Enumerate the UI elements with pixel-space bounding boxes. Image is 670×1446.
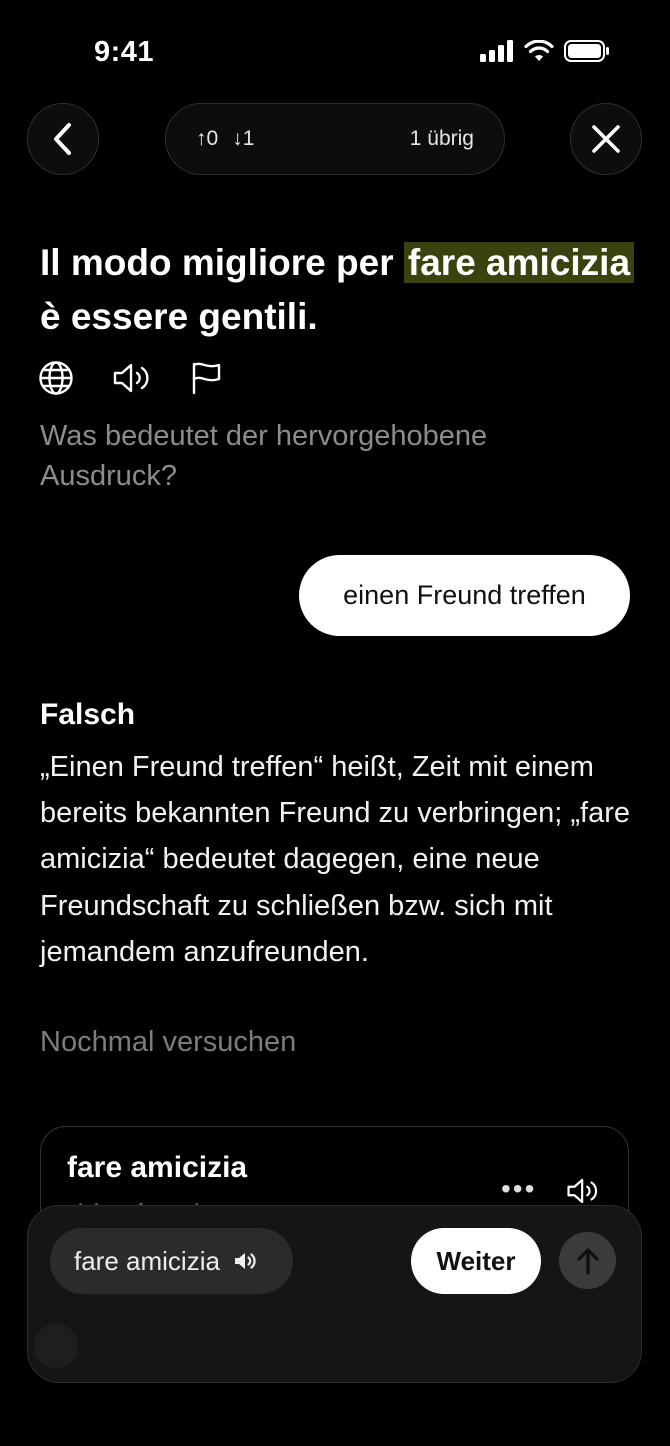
remaining-count: 1 übrig (409, 127, 474, 150)
speaker-icon (567, 1178, 598, 1204)
up-count: ↑0 (196, 127, 219, 150)
feedback-verdict: Falsch (40, 698, 136, 731)
sentence-tools (38, 360, 222, 401)
sentence-before: Il modo migliore per (40, 242, 404, 283)
chip-label: fare amicizia (74, 1245, 220, 1276)
highlighted-phrase[interactable]: fare amicizia (403, 242, 635, 283)
status-icons (480, 40, 610, 62)
signal-icon (480, 40, 513, 62)
vocab-title: fare amicizia (67, 1151, 248, 1184)
selected-answer: einen Freund treffen (299, 555, 630, 636)
down-count: ↓1 (232, 127, 255, 150)
play-audio-button[interactable] (112, 362, 152, 399)
back-button[interactable] (27, 103, 99, 175)
question-text: Was bedeutet der hervorgehobene Ausdruck… (40, 420, 488, 492)
phrase-chip[interactable]: fare amicizia (50, 1228, 293, 1294)
back-arrow-icon (54, 123, 71, 155)
decorative-mark (34, 1324, 78, 1368)
progress-pill: ↑0 ↓1 1 übrig (165, 103, 505, 175)
speaker-icon (234, 1253, 256, 1269)
battery-icon (564, 40, 609, 62)
globe-icon (39, 361, 73, 395)
next-button[interactable]: Weiter (411, 1228, 541, 1294)
status-time: 9:41 (94, 36, 155, 68)
close-icon (592, 125, 620, 153)
retry-link[interactable]: Nochmal versuchen (40, 1026, 296, 1059)
more-icon[interactable]: ••• (501, 1173, 536, 1205)
report-button[interactable] (190, 361, 222, 400)
translate-button[interactable] (38, 360, 74, 401)
send-button[interactable] (559, 1232, 616, 1289)
exercise-sentence: Il modo migliore per fare amicizia è ess… (40, 236, 640, 344)
close-button[interactable] (570, 103, 642, 175)
flag-icon (192, 362, 221, 395)
speaker-icon (113, 363, 149, 393)
wifi-icon (524, 40, 554, 61)
feedback-explanation: „Einen Freund treffen“ heißt, Zeit mit e… (40, 751, 631, 968)
bottom-panel: fare amicizia Weiter (27, 1205, 642, 1383)
sentence-after: è essere gentili. (40, 296, 318, 337)
send-arrow-icon (576, 1247, 599, 1275)
